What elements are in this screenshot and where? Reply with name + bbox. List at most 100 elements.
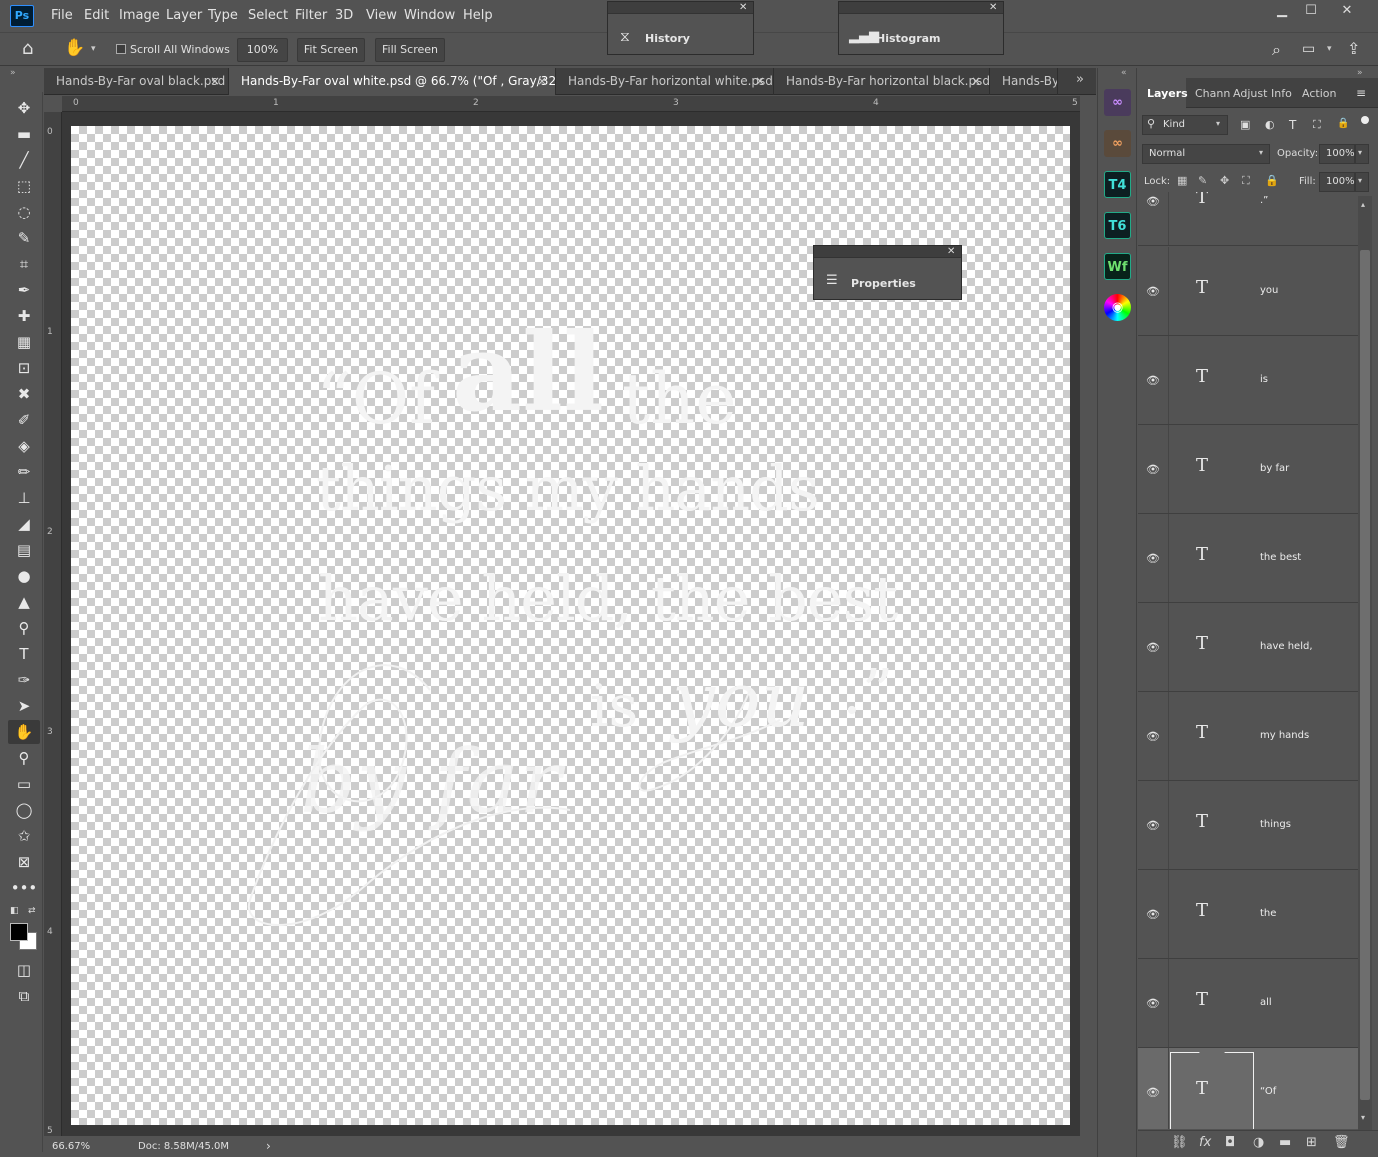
pen-tool-icon[interactable]: ✑	[8, 668, 40, 692]
filter-smart-object-icon[interactable]: 🔒	[1337, 118, 1349, 129]
plugin-t4-icon[interactable]: T4	[1104, 171, 1131, 198]
layer-row[interactable]: 👁 Tall	[1138, 959, 1358, 1048]
close-tab-icon[interactable]: ×	[755, 68, 765, 95]
home-icon[interactable]: ⌂	[22, 38, 33, 59]
layer-name[interactable]: things	[1260, 819, 1291, 830]
sharpen-tool-icon[interactable]: ▲	[8, 590, 40, 614]
menu-file[interactable]: File	[51, 8, 73, 23]
eye-icon[interactable]: 👁	[1146, 641, 1160, 654]
layer-name[interactable]: you	[1260, 285, 1278, 296]
menu-window[interactable]: Window	[404, 8, 455, 23]
eraser-tool-icon[interactable]: ◢	[8, 512, 40, 536]
lock-all-icon[interactable]: 🔒	[1265, 174, 1279, 187]
line-tool-icon[interactable]: ╱	[8, 148, 40, 172]
tab-truncated[interactable]: Hands-By-	[990, 68, 1058, 95]
layer-name[interactable]: .”	[1260, 195, 1268, 206]
layer-row-selected[interactable]: 👁 T “Of	[1138, 1048, 1358, 1129]
eye-icon[interactable]: 👁	[1146, 997, 1160, 1010]
artboard-tool-icon[interactable]: ▬	[8, 122, 40, 146]
share-icon[interactable]: ⇪	[1347, 39, 1360, 58]
status-menu-arrow[interactable]: ›	[266, 1139, 271, 1153]
layer-name[interactable]: my hands	[1260, 730, 1309, 741]
tab-adjustments[interactable]: Adjust	[1233, 87, 1267, 100]
plugin-t6-icon[interactable]: T6	[1104, 212, 1131, 239]
tab-horizontal-black[interactable]: Hands-By-Far horizontal black.psd ×	[774, 68, 990, 95]
menu-view[interactable]: View	[366, 8, 397, 23]
brush-tool-icon[interactable]: ✏	[8, 460, 40, 484]
close-tab-icon[interactable]: ×	[537, 68, 547, 95]
blur-tool-icon[interactable]: ●	[8, 564, 40, 588]
add-mask-icon[interactable]: ◘	[1225, 1135, 1235, 1150]
tab-horizontal-white[interactable]: Hands-By-Far horizontal white.psd ×	[556, 68, 774, 95]
close-tab-icon[interactable]: ×	[210, 68, 220, 95]
layer-name[interactable]: is	[1260, 374, 1268, 385]
red-eye-tool-icon[interactable]: ✖	[8, 382, 40, 406]
adjustment-layer-icon[interactable]: ◑	[1253, 1135, 1264, 1150]
plugin-infinity-alt-icon[interactable]: ∞	[1104, 130, 1131, 157]
tab-channels[interactable]: Chann	[1195, 87, 1230, 100]
layer-style-icon[interactable]: fx	[1199, 1135, 1211, 1150]
screen-mode-icon[interactable]: ⧉	[8, 984, 40, 1008]
blend-mode-select[interactable]: Normal	[1142, 144, 1270, 164]
eye-icon[interactable]: 👁	[1146, 463, 1160, 476]
lock-image-icon[interactable]: ✎	[1198, 174, 1207, 187]
new-group-icon[interactable]: ▬	[1279, 1135, 1291, 1150]
opacity-input[interactable]: 100%	[1319, 144, 1355, 164]
layer-row[interactable]: 👁 Tis	[1138, 336, 1358, 425]
hand-tool-icon[interactable]: ✋	[8, 720, 40, 744]
frame-tool-icon[interactable]: ⊠	[8, 850, 40, 874]
default-colors-icon[interactable]: ◧	[10, 906, 19, 916]
tab-layers[interactable]: Layers	[1147, 87, 1188, 100]
foreground-color-swatch[interactable]	[10, 923, 28, 941]
fit-screen-button[interactable]: Fit Screen	[297, 38, 365, 62]
lock-position-icon[interactable]: ✥	[1220, 174, 1229, 187]
layer-name[interactable]: all	[1260, 997, 1272, 1008]
close-icon[interactable]: ✕	[989, 2, 997, 13]
clone-stamp-tool-icon[interactable]: ⊥	[8, 486, 40, 510]
menu-edit[interactable]: Edit	[84, 8, 109, 23]
tab-actions[interactable]: Action	[1302, 87, 1336, 100]
layer-name[interactable]: the	[1260, 908, 1276, 919]
fill-input[interactable]: 100%	[1319, 172, 1355, 192]
quick-mask-icon[interactable]: ◫	[8, 958, 40, 982]
zoom-level[interactable]: 66.67%	[52, 1141, 90, 1152]
scroll-up-icon[interactable]: ▴	[1361, 200, 1365, 209]
hand-tool-preset-icon[interactable]: ✋	[64, 38, 85, 58]
eye-icon[interactable]: 👁	[1146, 819, 1160, 832]
eye-icon[interactable]: 👁	[1146, 285, 1160, 298]
maximize-button[interactable]: ☐	[1294, 0, 1328, 22]
eye-icon[interactable]: 👁	[1146, 908, 1160, 921]
scroll-down-icon[interactable]: ▾	[1361, 1113, 1365, 1122]
move-tool-icon[interactable]: ✥	[8, 96, 40, 120]
layer-name[interactable]: by far	[1260, 463, 1289, 474]
marquee-tool-icon[interactable]: ⬚	[8, 174, 40, 198]
lock-transparent-icon[interactable]: ▦	[1177, 174, 1187, 187]
scroll-all-windows-checkbox[interactable]	[116, 44, 126, 54]
eyedropper-tool-icon[interactable]: ✒	[8, 278, 40, 302]
paint-bucket-tool-icon[interactable]: ◈	[8, 434, 40, 458]
history-panel[interactable]: ⧖ History ✕	[607, 1, 754, 55]
lasso-tool-icon[interactable]: ◌	[8, 200, 40, 224]
path-selection-tool-icon[interactable]: ➤	[8, 694, 40, 718]
plugin-infinity-icon[interactable]: ∞	[1104, 89, 1131, 116]
chevron-down-icon[interactable]: ▾	[91, 44, 96, 54]
menu-filter[interactable]: Filter	[295, 8, 327, 23]
eye-icon[interactable]: 👁	[1146, 195, 1160, 208]
filter-type-icon[interactable]: T	[1289, 118, 1296, 132]
tab-oval-white[interactable]: Hands-By-Far oval white.psd @ 66.7% ("Of…	[229, 68, 556, 95]
eye-icon[interactable]: 👁	[1146, 1086, 1160, 1099]
filter-shape-icon[interactable]: ⛶	[1313, 118, 1321, 132]
layer-row[interactable]: 👁 Tthings	[1138, 781, 1358, 870]
close-window-button[interactable]: ✕	[1330, 0, 1364, 22]
layer-row[interactable]: 👁 Tthe	[1138, 870, 1358, 959]
delete-layer-icon[interactable]: 🗑	[1333, 1135, 1350, 1150]
color-wheel-icon[interactable]: ◉	[1104, 294, 1131, 321]
ellipse-tool-icon[interactable]: ◯	[8, 798, 40, 822]
tab-oval-black[interactable]: Hands-By-Far oval black.psd ×	[44, 68, 229, 95]
swap-colors-icon[interactable]: ⇄	[28, 906, 36, 916]
collapse-strip-icon[interactable]: «	[1121, 68, 1127, 78]
dodge-tool-icon[interactable]: ⚲	[8, 616, 40, 640]
layer-row[interactable]: 👁 Tby far	[1138, 425, 1358, 514]
eye-icon[interactable]: 👁	[1146, 730, 1160, 743]
scrollbar-thumb[interactable]	[1360, 250, 1370, 1100]
